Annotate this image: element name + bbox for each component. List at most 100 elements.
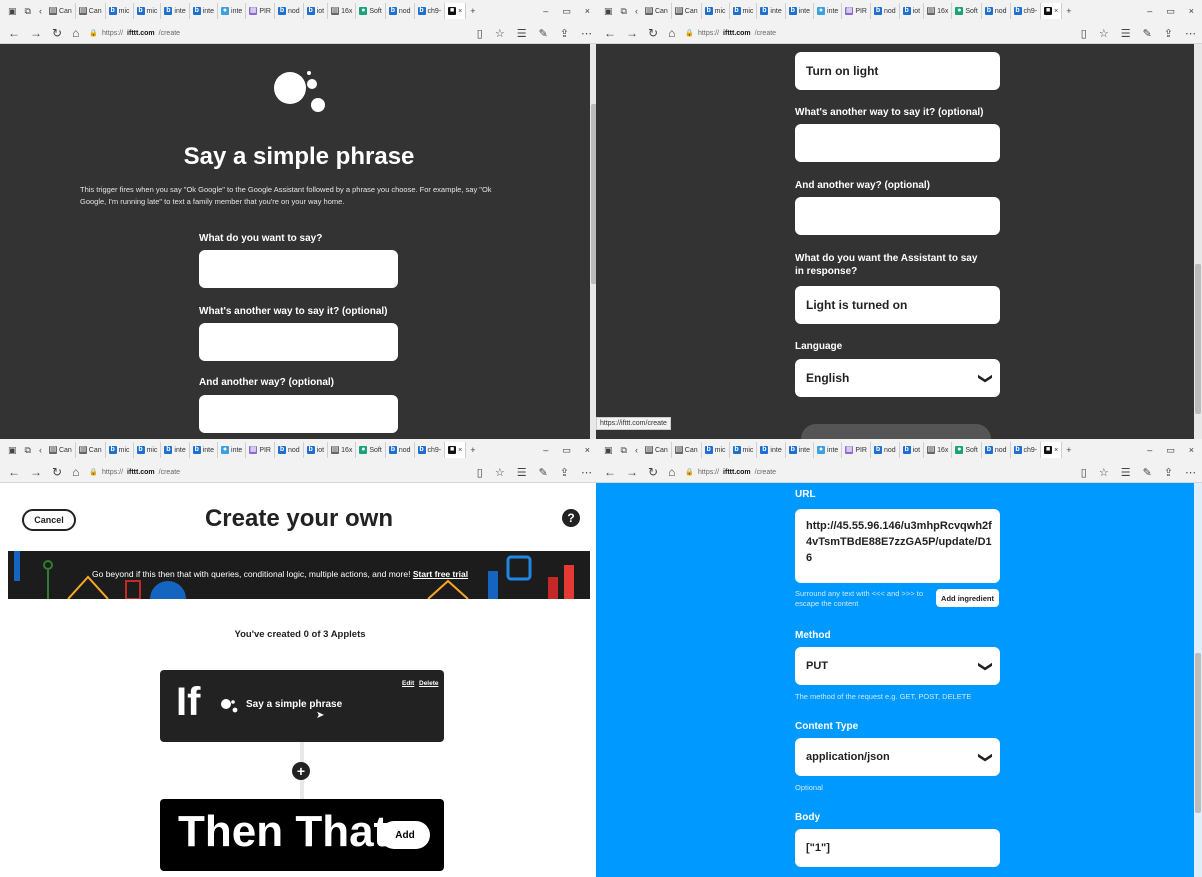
browser-tab[interactable]: b mic [106, 442, 134, 458]
browser-tab[interactable]: ▦ PIR [246, 3, 275, 19]
home-icon[interactable]: ⌂ [72, 26, 79, 40]
favorites-hub-icon[interactable]: ☰ [517, 466, 527, 479]
browser-tab[interactable]: ● Soft [952, 442, 982, 458]
browser-tab-active[interactable]: ■ × [1041, 442, 1063, 458]
favorite-star-icon[interactable]: ☆ [495, 466, 505, 479]
browser-tab[interactable]: ● inte [814, 442, 843, 458]
browser-tab[interactable]: b nod [386, 3, 415, 19]
close-window-icon[interactable]: × [1189, 445, 1194, 456]
close-tab-icon[interactable]: × [458, 447, 462, 454]
share-icon[interactable]: ⇪ [560, 27, 569, 40]
browser-tab[interactable]: b mic [134, 442, 162, 458]
method-select[interactable]: PUT ❯ [795, 647, 1000, 685]
browser-tab[interactable]: b nod [871, 442, 900, 458]
submit-button-partial[interactable] [801, 424, 991, 439]
add-step-plus-icon[interactable]: + [292, 762, 310, 780]
maximize-icon[interactable]: ▭ [1166, 6, 1175, 17]
notes-pen-icon[interactable]: ✎ [539, 466, 548, 479]
browser-tab-active[interactable]: ■ × [445, 442, 467, 458]
tab-actions-icon[interactable]: ▣ [8, 6, 17, 17]
notes-pen-icon[interactable]: ✎ [1143, 466, 1152, 479]
browser-tab[interactable]: b mic [730, 442, 758, 458]
minimize-icon[interactable]: – [1147, 445, 1152, 456]
browser-tab[interactable]: b inte [161, 3, 190, 19]
minimize-icon[interactable]: – [543, 445, 548, 456]
browser-tab[interactable]: b iot [900, 3, 925, 19]
reading-view-icon[interactable]: ▯ [1081, 27, 1087, 40]
close-window-icon[interactable]: × [585, 445, 590, 456]
close-window-icon[interactable]: × [585, 6, 590, 17]
browser-tab[interactable]: ▤ 16x [328, 442, 357, 458]
address-bar[interactable]: 🔒 https://ifttt.com/create [685, 29, 1065, 38]
set-aside-tabs-icon[interactable]: ⧉ [621, 6, 627, 17]
alt-phrase-input[interactable] [199, 323, 398, 361]
browser-tab[interactable]: ● inte [218, 442, 247, 458]
home-icon[interactable]: ⌂ [668, 26, 675, 40]
back-icon[interactable]: ← [604, 26, 616, 40]
favorites-hub-icon[interactable]: ☰ [1121, 27, 1131, 40]
new-tab-icon[interactable]: + [470, 445, 475, 455]
reading-view-icon[interactable]: ▯ [477, 466, 483, 479]
share-icon[interactable]: ⇪ [1164, 466, 1173, 479]
browser-tab[interactable]: b nod [275, 3, 304, 19]
browser-tab[interactable]: b iot [304, 3, 329, 19]
browser-tab[interactable]: b ch9- [415, 3, 446, 19]
home-icon[interactable]: ⌂ [668, 465, 675, 479]
browser-tab[interactable]: b inte [757, 3, 786, 19]
scrollbar-thumb[interactable] [1195, 653, 1201, 813]
browser-tab[interactable]: ● Soft [952, 3, 982, 19]
start-free-trial-link[interactable]: Start free trial [413, 569, 468, 579]
new-tab-icon[interactable]: + [1066, 6, 1071, 16]
scrollbar-thumb[interactable] [1195, 264, 1201, 414]
browser-tab[interactable]: ● Soft [356, 3, 386, 19]
set-aside-tabs-icon[interactable]: ⧉ [25, 445, 31, 456]
browser-tab[interactable]: b iot [900, 442, 925, 458]
another-phrase-input[interactable] [795, 197, 1000, 235]
forward-icon[interactable]: → [626, 465, 638, 479]
favorite-star-icon[interactable]: ☆ [1099, 466, 1109, 479]
browser-tab[interactable]: ▤ Can [672, 442, 702, 458]
browser-tab-active[interactable]: ■ × [1041, 3, 1063, 19]
tab-actions-icon[interactable]: ▣ [604, 445, 613, 456]
address-bar[interactable]: 🔒 https://ifttt.com/create [89, 468, 466, 477]
forward-icon[interactable]: → [30, 465, 42, 479]
close-window-icon[interactable]: × [1189, 6, 1194, 17]
browser-tab[interactable]: ▦ PIR [842, 3, 871, 19]
browser-tab[interactable]: b inte [786, 3, 815, 19]
edit-link[interactable]: Edit [402, 680, 414, 687]
close-tab-icon[interactable]: × [1054, 447, 1058, 454]
tab-scroll-left-icon[interactable]: ‹ [635, 445, 638, 455]
new-tab-icon[interactable]: + [1066, 445, 1071, 455]
close-tab-icon[interactable]: × [1054, 8, 1058, 15]
refresh-icon[interactable]: ↻ [648, 26, 658, 40]
refresh-icon[interactable]: ↻ [648, 465, 658, 479]
forward-icon[interactable]: → [30, 26, 42, 40]
delete-link[interactable]: Delete [419, 680, 439, 687]
address-bar[interactable]: 🔒 https://ifttt.com/create [89, 29, 466, 38]
browser-tab[interactable]: b nod [982, 3, 1011, 19]
more-menu-icon[interactable]: ⋯ [1185, 466, 1196, 479]
set-aside-tabs-icon[interactable]: ⧉ [621, 445, 627, 456]
tab-actions-icon[interactable]: ▣ [604, 6, 613, 17]
browser-tab[interactable]: b inte [161, 442, 190, 458]
browser-tab[interactable]: b mic [702, 442, 730, 458]
tab-scroll-left-icon[interactable]: ‹ [635, 6, 638, 16]
back-icon[interactable]: ← [8, 465, 20, 479]
back-icon[interactable]: ← [8, 26, 20, 40]
phrase-input[interactable]: Turn on light [795, 52, 1000, 90]
maximize-icon[interactable]: ▭ [1166, 445, 1175, 456]
browser-tab[interactable]: b mic [134, 3, 162, 19]
refresh-icon[interactable]: ↻ [52, 465, 62, 479]
browser-tab[interactable]: b mic [730, 3, 758, 19]
browser-tab[interactable]: b inte [786, 442, 815, 458]
notes-pen-icon[interactable]: ✎ [1143, 27, 1152, 40]
more-menu-icon[interactable]: ⋯ [581, 466, 592, 479]
page-scrollbar[interactable] [1194, 44, 1202, 439]
maximize-icon[interactable]: ▭ [562, 6, 571, 17]
add-ingredient-button[interactable]: Add ingredient [936, 589, 999, 607]
browser-tab[interactable]: b nod [275, 442, 304, 458]
close-tab-icon[interactable]: × [458, 8, 462, 15]
browser-tab[interactable]: b ch9- [1011, 3, 1042, 19]
browser-tab[interactable]: b nod [871, 3, 900, 19]
browser-tab[interactable]: ▦ PIR [246, 442, 275, 458]
